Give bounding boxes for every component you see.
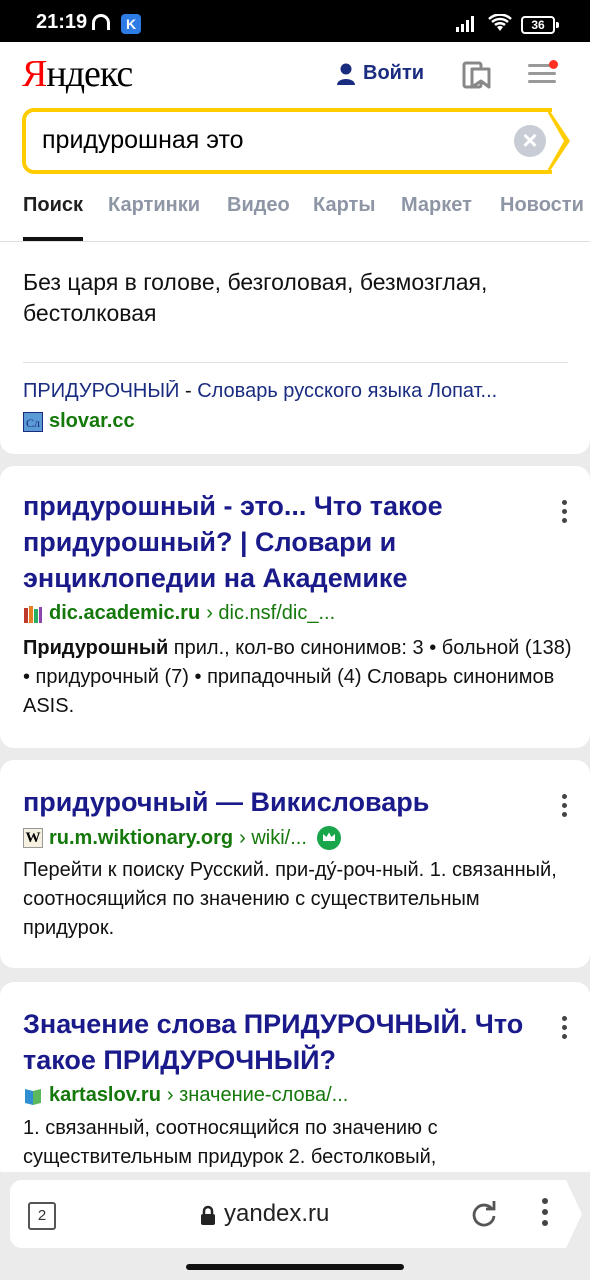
tabs-count-button[interactable]: 2: [28, 1202, 56, 1230]
headphones-icon: [92, 14, 110, 30]
host-path: › dic.nsf/dic_...: [206, 602, 336, 624]
host-name: dic.academic.ru: [49, 602, 201, 624]
login-label: Войти: [363, 62, 425, 84]
result-menu-icon[interactable]: [556, 1016, 572, 1042]
yandex-header: Яндекс Войти × Поиск Картинки Видео Карт…: [0, 42, 590, 242]
tab-search[interactable]: Поиск: [23, 194, 84, 241]
address-bar[interactable]: 2 yandex.ru: [10, 1180, 566, 1248]
host-path: › wiki/...: [239, 826, 307, 849]
search-frame: ×: [22, 108, 552, 174]
wifi-icon: [488, 14, 512, 31]
result-menu-icon[interactable]: [556, 500, 572, 526]
dictionary-snippet: Без царя в голове, безголовая, безмозгла…: [23, 269, 488, 326]
more-menu-icon[interactable]: [540, 1198, 550, 1230]
search-result: придурочный — Викисловарь W ru.m.wiktion…: [0, 760, 590, 968]
wiktionary-favicon: W: [23, 828, 43, 848]
result-host[interactable]: dic.academic.ru › dic.nsf/dic_...: [23, 602, 335, 625]
dictionary-card: Без царя в голове, безголовая, безмозгла…: [0, 242, 590, 454]
search-result: придурошный - это... Что такое придурошн…: [0, 466, 590, 748]
dictionary-source-link[interactable]: ПРИДУРОЧНЫЙ - Словарь русского языка Лоп…: [23, 380, 563, 403]
divider: [23, 362, 568, 363]
result-snippet: 1. связанный, соотносящийся по значению …: [23, 1117, 438, 1168]
quality-crown-icon: [316, 826, 341, 850]
slovar-favicon: Сл: [23, 411, 43, 432]
result-host[interactable]: kartaslov.ru › значение-слова/...: [23, 1084, 348, 1107]
source-separator: -: [179, 380, 198, 402]
user-icon: [337, 63, 355, 85]
result-title[interactable]: Значение слова ПРИДУРОЧНЫЙ. Что такое ПР…: [23, 1006, 543, 1078]
result-menu-icon[interactable]: [556, 794, 572, 820]
clear-search-button[interactable]: ×: [514, 125, 546, 157]
source-title: Словарь русского языка Лопат...: [197, 380, 498, 402]
result-snippet: Перейти к поиску Русский. при-ду́-роч-ны…: [23, 859, 557, 939]
menu-icon[interactable]: [528, 60, 558, 88]
academic-favicon: [24, 605, 42, 623]
tab-market[interactable]: Маркет: [401, 194, 472, 217]
result-host[interactable]: W ru.m.wiktionary.org › wiki/...: [23, 826, 341, 850]
host-name: ru.m.wiktionary.org: [49, 826, 234, 849]
tab-video[interactable]: Видео: [227, 194, 290, 217]
yandex-logo[interactable]: Яндекс: [22, 52, 133, 96]
login-button[interactable]: Войти: [336, 62, 424, 85]
battery-icon: 36: [521, 16, 559, 34]
result-title[interactable]: придурочный — Викисловарь: [23, 784, 543, 820]
search-box: ×: [22, 108, 570, 174]
signal-icon: [456, 16, 474, 32]
notification-dot: [549, 60, 558, 69]
collections-icon[interactable]: [462, 60, 492, 90]
status-time: 21:19: [36, 11, 88, 33]
search-result: Значение слова ПРИДУРОЧНЫЙ. Что такое ПР…: [0, 982, 590, 1182]
url-text[interactable]: yandex.ru: [224, 1200, 329, 1228]
tab-maps[interactable]: Карты: [313, 194, 375, 217]
app-notification-badge: K: [121, 14, 141, 34]
status-bar: 21:19 K 36: [0, 0, 590, 42]
logo-rest: ндекс: [46, 53, 133, 95]
logo-first-letter: Я: [22, 53, 47, 95]
search-input[interactable]: [42, 126, 502, 155]
reload-icon[interactable]: [470, 1200, 498, 1228]
result-snippet: Придурошный прил., кол-во синонимов: 3 •…: [23, 634, 573, 721]
host-name: slovar.cc: [49, 410, 135, 432]
result-title[interactable]: придурошный - это... Что такое придурошн…: [23, 488, 543, 596]
dictionary-host[interactable]: Сл slovar.cc: [23, 410, 135, 433]
lock-icon: [201, 1205, 215, 1225]
home-indicator[interactable]: [186, 1264, 404, 1270]
source-word: ПРИДУРОЧНЫЙ: [23, 380, 180, 402]
browser-bottom-bar: 2 yandex.ru: [0, 1172, 590, 1280]
host-name: kartaslov.ru: [49, 1084, 161, 1106]
snippet-bold: Придурошный: [23, 637, 169, 659]
tab-news[interactable]: Новости: [500, 194, 584, 217]
search-tabs: Поиск Картинки Видео Карты Маркет Новост…: [0, 192, 590, 242]
host-path: › значение-слова/...: [166, 1084, 349, 1106]
kartaslov-favicon: [25, 1088, 41, 1105]
tab-images[interactable]: Картинки: [108, 194, 200, 217]
